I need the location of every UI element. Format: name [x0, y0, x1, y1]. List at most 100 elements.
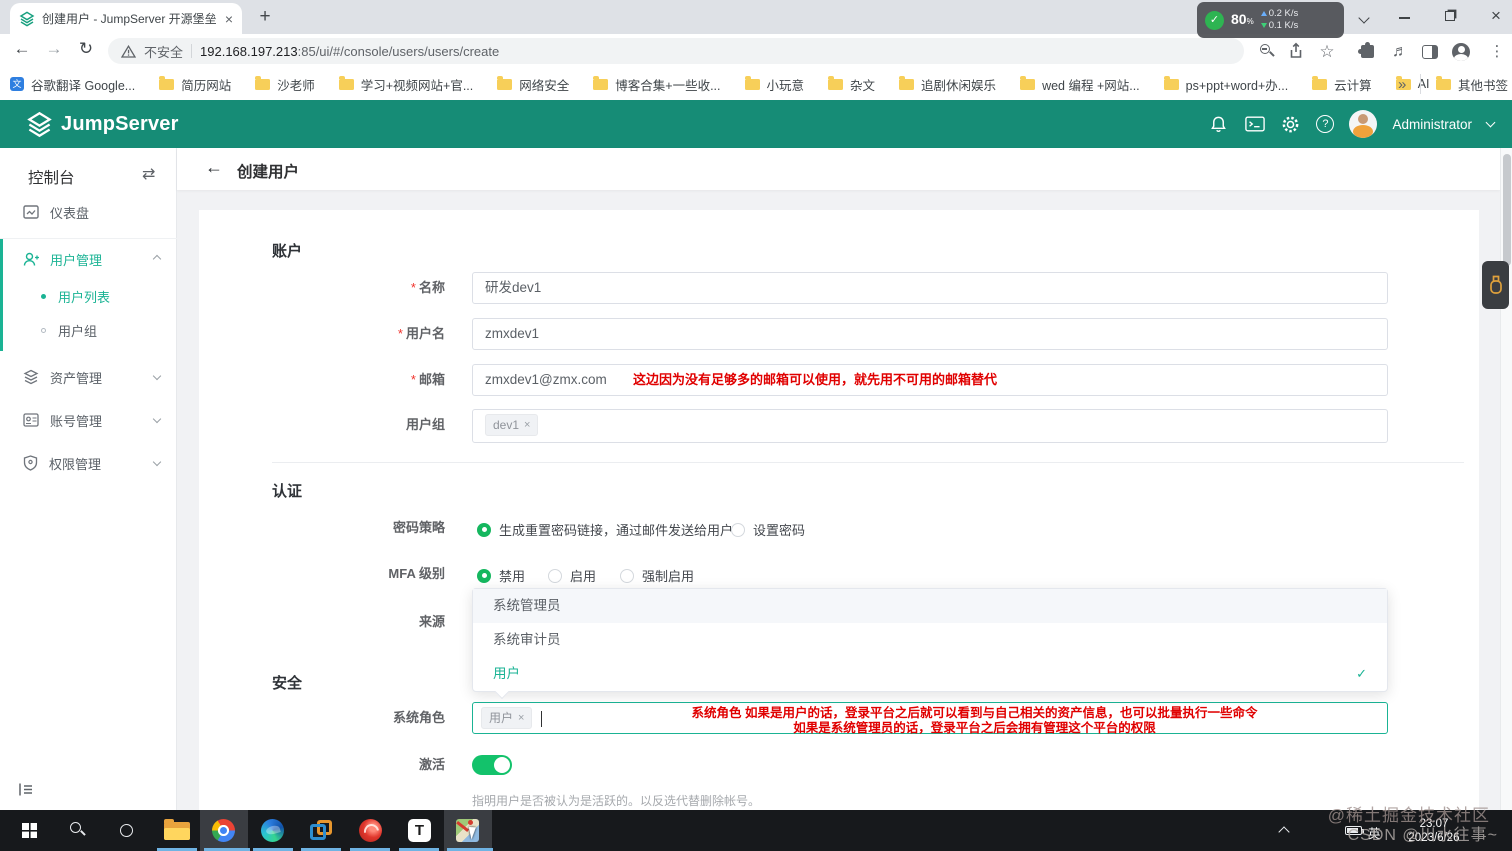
dropdown-option-user[interactable]: 用户✓	[473, 657, 1387, 691]
username-input[interactable]: zmxdev1	[472, 318, 1388, 350]
new-tab-button[interactable]: +	[253, 5, 277, 29]
honeyview-icon[interactable]	[359, 819, 382, 842]
username[interactable]: Administrator	[1392, 117, 1472, 132]
minimize-button[interactable]	[1384, 0, 1424, 34]
bookmark-item[interactable]: 博客合集+一些收...	[593, 75, 720, 94]
taskbar-search-icon[interactable]	[70, 822, 86, 838]
page-scrollbar[interactable]	[1500, 148, 1512, 810]
radio-off-icon[interactable]	[548, 569, 562, 583]
system-roles-input[interactable]: 用户× 系统角色 如果是用户的话，登录平台之后就可以看到与自己相关的资产信息，也…	[472, 702, 1388, 734]
settings-gear-icon[interactable]	[1280, 114, 1301, 135]
user-menu-chevron-icon[interactable]	[1486, 118, 1496, 128]
bookmark-star-icon[interactable]: ☆	[1317, 42, 1337, 62]
sidebar-item-label: 权限管理	[49, 454, 101, 473]
view-switch-icon[interactable]: ⇄	[142, 164, 155, 184]
bookmark-item[interactable]: 云计算	[1312, 75, 1372, 94]
extensions-icon[interactable]	[1357, 42, 1377, 62]
side-panel-icon[interactable]	[1420, 42, 1440, 62]
role-tag[interactable]: 用户×	[481, 707, 532, 729]
tag-remove-icon[interactable]: ×	[518, 708, 524, 728]
file-explorer-icon[interactable]	[164, 819, 190, 840]
tab-close-icon[interactable]: ×	[225, 12, 233, 26]
active-dot-icon	[41, 294, 46, 299]
share-icon[interactable]	[1286, 42, 1306, 62]
scrollbar-thumb[interactable]	[1503, 154, 1511, 266]
radio-on-icon[interactable]	[477, 523, 491, 537]
radio-reset-link[interactable]: 生成重置密码链接，通过邮件发送给用户	[477, 520, 733, 539]
bookmark-item[interactable]: 网络安全	[497, 75, 569, 94]
start-button[interactable]	[22, 823, 37, 838]
sidebar-item-user-management[interactable]: 用户管理	[0, 239, 177, 279]
active-help-text: 指明用户是否被认为是活跃的。以反选代替删除帐号。	[472, 792, 760, 809]
bookmark-item[interactable]: 追剧休闲娱乐	[899, 75, 996, 94]
sidebar-item-user-list[interactable]: 用户列表	[0, 279, 177, 313]
watermark-csdn: CSDN @川水往事~	[1348, 821, 1498, 845]
media-controls-icon[interactable]: ♬	[1390, 42, 1410, 62]
bookmark-item[interactable]: wed 编程 +网站...	[1020, 75, 1140, 94]
back-icon[interactable]: ←	[10, 39, 34, 59]
radio-mfa-force[interactable]: 强制启用	[620, 566, 694, 585]
email-input[interactable]: zmxdev1@zmx.com 这边因为没有足够多的邮箱可以使用，就先用不可用的…	[472, 364, 1388, 396]
sidebar-view-title[interactable]: 控制台	[28, 166, 75, 188]
page-header: ← 创建用户	[177, 148, 1500, 190]
notification-bell-icon[interactable]	[1208, 114, 1229, 135]
other-bookmarks[interactable]: 其他书签	[1436, 75, 1508, 94]
zoom-icon[interactable]	[1255, 42, 1275, 62]
sidebar-item-dashboard[interactable]: 仪表盘	[0, 190, 177, 234]
restore-button[interactable]	[1430, 0, 1470, 34]
web-terminal-icon[interactable]	[1244, 114, 1265, 135]
net-speed-widget[interactable]: ✓ 80% 0.2 K/s 0.1 K/s	[1197, 2, 1344, 38]
chevron-down-icon	[153, 415, 161, 423]
tab-search-button[interactable]	[1344, 0, 1384, 34]
bookmark-item[interactable]: ps+ppt+word+办...	[1164, 75, 1289, 94]
refresh-icon[interactable]: ↻	[74, 39, 98, 59]
help-icon[interactable]: ?	[1316, 115, 1334, 133]
dropdown-option-admin[interactable]: 系统管理员	[473, 589, 1387, 623]
bookmark-item[interactable]: 文谷歌翻译 Google...	[10, 75, 135, 94]
group-tag[interactable]: dev1×	[485, 414, 538, 436]
radio-set-password[interactable]: 设置密码	[731, 520, 805, 539]
radio-off-icon[interactable]	[731, 523, 745, 537]
active-label: 激活	[199, 749, 445, 781]
typora-icon[interactable]: T	[408, 819, 431, 842]
sidebar-collapse-icon[interactable]	[18, 782, 34, 800]
bookmark-item[interactable]: 杂文	[828, 75, 875, 94]
forward-icon[interactable]: →	[42, 39, 66, 59]
avatar[interactable]	[1349, 110, 1377, 138]
chrome-icon[interactable]	[212, 819, 235, 842]
bookmark-item[interactable]: 简历网站	[159, 75, 231, 94]
sidebar-item-label: 账号管理	[50, 411, 102, 430]
vmware-icon[interactable]	[310, 820, 332, 842]
address-bar[interactable]: 不安全 192.168.197.213:85/ui/#/console/user…	[108, 38, 1244, 64]
active-toggle[interactable]	[472, 755, 512, 775]
bookmark-item[interactable]: 小玩意	[745, 75, 805, 94]
cortana-icon[interactable]	[120, 824, 133, 837]
bookmark-item[interactable]: 学习+视频网站+官...	[339, 75, 474, 94]
name-input[interactable]: 研发dev1	[472, 272, 1388, 304]
menu-kebab-icon[interactable]: ⋮	[1487, 42, 1507, 62]
radio-mfa-enable[interactable]: 启用	[548, 566, 596, 585]
tray-expand-icon[interactable]	[1278, 826, 1289, 837]
radio-on-icon[interactable]	[477, 569, 491, 583]
tag-remove-icon[interactable]: ×	[524, 415, 530, 435]
bookmarks-overflow-icon[interactable]: »	[1398, 76, 1406, 93]
source-label: 来源	[199, 606, 445, 638]
bookmarks-divider	[1420, 74, 1421, 94]
usb-device-widget[interactable]	[1482, 261, 1509, 309]
browser-tab[interactable]: 创建用户 - JumpServer 开源堡垒 ×	[10, 3, 242, 34]
groups-input[interactable]: dev1×	[472, 409, 1388, 443]
dropdown-option-auditor[interactable]: 系统审计员	[473, 623, 1387, 657]
bookmark-item[interactable]: 沙老师	[255, 75, 315, 94]
jumpserver-logo-icon	[26, 111, 53, 138]
page-back-icon[interactable]: ←	[205, 157, 223, 178]
window-close-button[interactable]: ×	[1476, 0, 1512, 34]
sidebar-item-asset-management[interactable]: 资产管理	[0, 355, 177, 399]
edge-icon[interactable]	[261, 819, 284, 842]
radio-off-icon[interactable]	[620, 569, 634, 583]
sidebar-item-permission-management[interactable]: 权限管理	[0, 441, 177, 485]
url: 192.168.197.213:85/ui/#/console/users/us…	[200, 44, 499, 59]
profile-icon[interactable]	[1451, 42, 1471, 62]
radio-mfa-disable[interactable]: 禁用	[477, 566, 525, 585]
sidebar-item-account-management[interactable]: 账号管理	[0, 398, 177, 442]
sidebar-item-user-group[interactable]: 用户组	[0, 313, 177, 347]
